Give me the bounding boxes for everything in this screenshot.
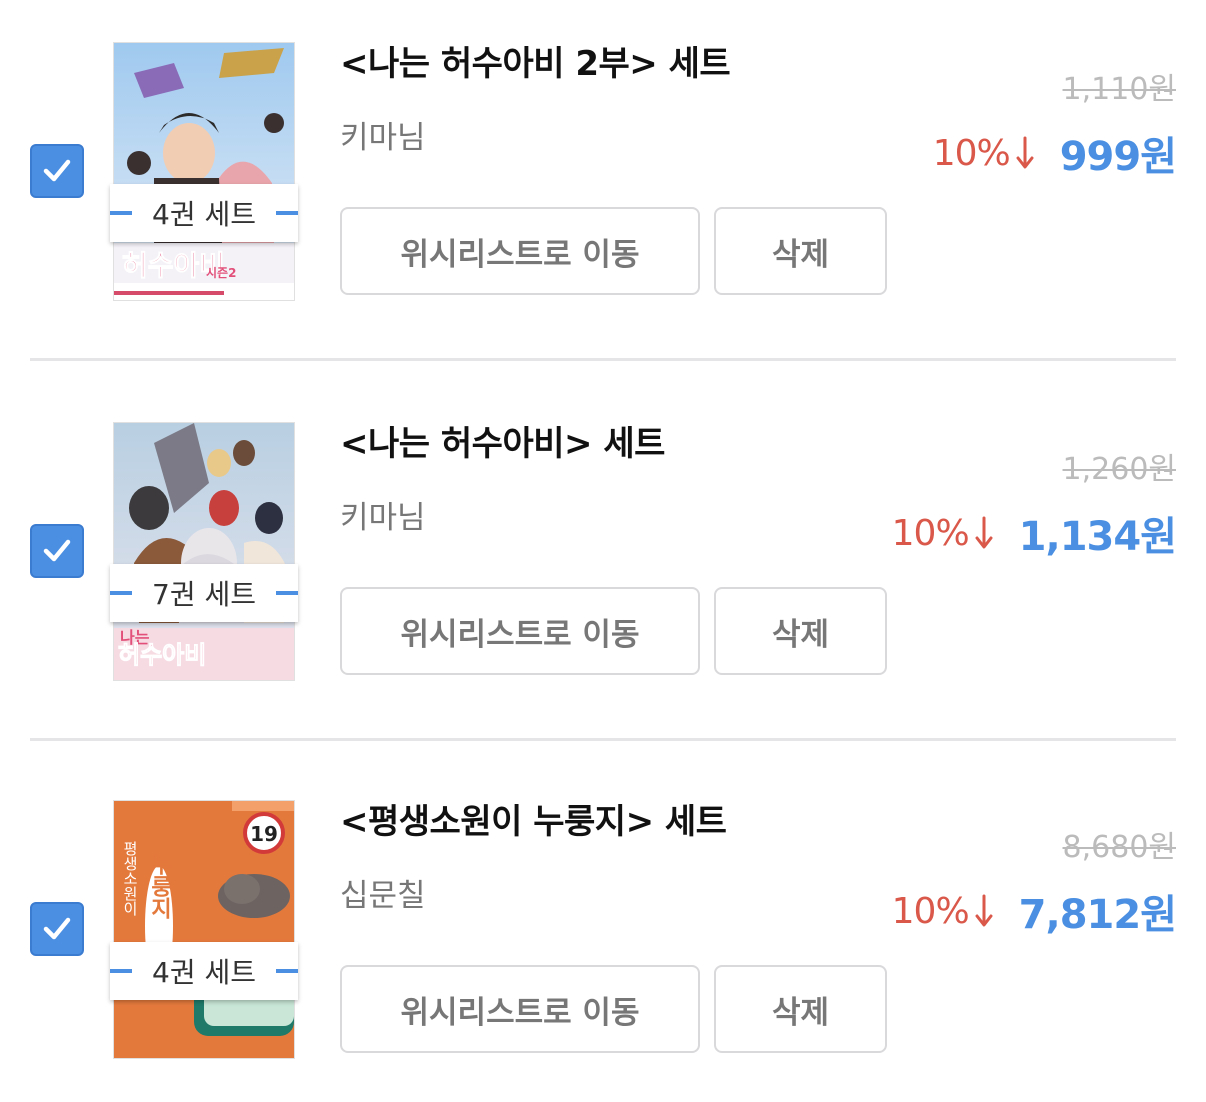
- price-row: 10% 7,812원: [891, 882, 1177, 940]
- delete-button[interactable]: 삭제: [714, 965, 887, 1053]
- item-title[interactable]: <나는 허수아비 2부> 세트: [340, 36, 731, 85]
- divider: [30, 738, 1176, 741]
- svg-text:누룽지: 누룽지: [147, 853, 172, 919]
- down-arrow-icon: [1016, 136, 1034, 169]
- svg-text:평생소원이: 평생소원이: [121, 841, 139, 916]
- discount-rate: 10%: [891, 890, 970, 932]
- final-price: 7,812원: [1018, 892, 1177, 938]
- set-count-label: 7권 세트: [152, 578, 256, 611]
- set-count-label: 4권 세트: [152, 198, 256, 231]
- item-author: 키마님: [340, 500, 426, 536]
- checkmark-icon: [43, 917, 71, 940]
- move-to-wishlist-button[interactable]: 위시리스트로 이동: [340, 587, 700, 675]
- checkmark-icon: [43, 159, 71, 182]
- cart-item: 허수아비 시즌2 4권 세트 <나는 허수아비 2부> 세트 키마님 위시리스트…: [0, 0, 1206, 340]
- book-cover[interactable]: 나는 허수아비: [114, 423, 294, 680]
- select-checkbox[interactable]: [30, 902, 84, 956]
- delete-button[interactable]: 삭제: [714, 587, 887, 675]
- price-row: 10% 1,134원: [891, 504, 1177, 562]
- set-count-badge: 4권 세트: [110, 184, 298, 242]
- original-price: 1,110원: [1062, 72, 1176, 107]
- price-row: 10% 999원: [932, 124, 1177, 182]
- select-checkbox[interactable]: [30, 524, 84, 578]
- book-cover[interactable]: 19 평생소원이 누룽지: [114, 801, 294, 1058]
- cart-item: 나는 허수아비 7권 세트 <나는 허수아비> 세트 키마님 위시리스트로 이동…: [0, 380, 1206, 720]
- item-author: 십문칠: [340, 878, 426, 914]
- move-to-wishlist-button[interactable]: 위시리스트로 이동: [340, 207, 700, 295]
- set-count-label: 4권 세트: [152, 956, 256, 989]
- final-price: 999원: [1059, 134, 1177, 180]
- item-title[interactable]: <나는 허수아비> 세트: [340, 416, 665, 465]
- final-price: 1,134원: [1018, 514, 1177, 560]
- original-price: 8,680원: [1062, 830, 1176, 865]
- delete-button[interactable]: 삭제: [714, 207, 887, 295]
- divider: [30, 358, 1176, 361]
- down-arrow-icon: [975, 894, 993, 927]
- set-count-badge: 4권 세트: [110, 942, 298, 1000]
- checkmark-icon: [43, 539, 71, 562]
- item-author: 키마님: [340, 120, 426, 156]
- down-arrow-icon: [975, 516, 993, 549]
- svg-text:19: 19: [250, 822, 278, 846]
- set-count-badge: 7권 세트: [110, 564, 298, 622]
- discount-rate: 10%: [932, 132, 1011, 174]
- book-cover[interactable]: 허수아비 시즌2: [114, 43, 294, 300]
- original-price: 1,260원: [1062, 452, 1176, 487]
- svg-text:시즌2: 시즌2: [206, 266, 236, 280]
- select-checkbox[interactable]: [30, 144, 84, 198]
- move-to-wishlist-button[interactable]: 위시리스트로 이동: [340, 965, 700, 1053]
- item-title[interactable]: <평생소원이 누룽지> 세트: [340, 794, 727, 843]
- cart-item: 19 평생소원이 누룽지 4권 세트 <평생소원이 누룽지> 세트 십문칠 위시…: [0, 758, 1206, 1098]
- discount-rate: 10%: [891, 512, 970, 554]
- svg-text:허수아비: 허수아비: [118, 641, 206, 669]
